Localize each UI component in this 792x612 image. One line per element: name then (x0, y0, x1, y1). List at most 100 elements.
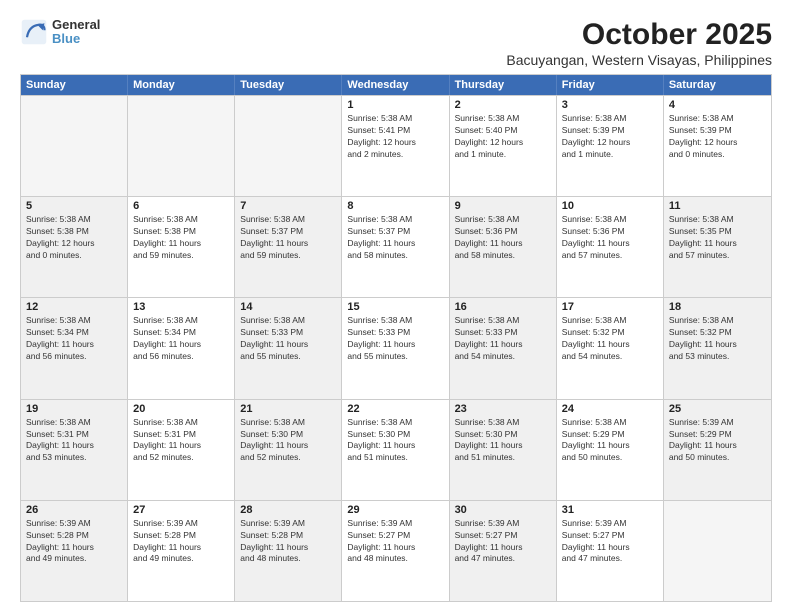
day-number: 19 (26, 403, 122, 415)
day-number: 27 (133, 504, 229, 516)
day-number: 10 (562, 200, 658, 212)
day-number: 16 (455, 301, 551, 313)
cal-cell: 15Sunrise: 5:38 AM Sunset: 5:33 PM Dayli… (342, 298, 449, 398)
day-info: Sunrise: 5:38 AM Sunset: 5:39 PM Dayligh… (562, 113, 658, 161)
cal-cell: 7 Sunrise: 5:38 AM Sunset: 5:37 PM Daylig… (235, 197, 342, 297)
day-info: Sunrise: 5:39 AM Sunset: 5:28 PM Dayligh… (26, 518, 122, 566)
day-info: Sunrise: 5:38 AM Sunset: 5:35 PM Dayligh… (669, 214, 766, 262)
day-number: 12 (26, 301, 122, 313)
cal-cell: 18 Sunrise: 5:38 AM Sunset: 5:32 PM Dayli… (664, 298, 771, 398)
day-info: Sunrise: 5:39 AM Sunset: 5:28 PM Dayligh… (133, 518, 229, 566)
day-number: 28 (240, 504, 336, 516)
day-info: Sunrise: 5:39 AM Sunset: 5:27 PM Dayligh… (347, 518, 443, 566)
cal-cell (664, 501, 771, 601)
day-number: 18 (669, 301, 766, 313)
day-info: Sunrise: 5:38 AM Sunset: 5:41 PM Dayligh… (347, 113, 443, 161)
cal-cell: 11 Sunrise: 5:38 AM Sunset: 5:35 PM Dayli… (664, 197, 771, 297)
day-info: Sunrise: 5:38 AM Sunset: 5:31 PM Dayligh… (26, 417, 122, 465)
day-info: Sunrise: 5:38 AM Sunset: 5:31 PM Dayligh… (133, 417, 229, 465)
day-info: Sunrise: 5:38 AM Sunset: 5:30 PM Dayligh… (240, 417, 336, 465)
day-info: Sunrise: 5:38 AM Sunset: 5:32 PM Dayligh… (669, 315, 766, 363)
cal-cell (235, 96, 342, 196)
header-day-tuesday: Tuesday (235, 75, 342, 95)
day-info: Sunrise: 5:38 AM Sunset: 5:37 PM Dayligh… (347, 214, 443, 262)
day-info: Sunrise: 5:38 AM Sunset: 5:37 PM Dayligh… (240, 214, 336, 262)
day-info: Sunrise: 5:39 AM Sunset: 5:28 PM Dayligh… (240, 518, 336, 566)
day-number: 7 (240, 200, 336, 212)
header-day-saturday: Saturday (664, 75, 771, 95)
week-row-0: 1 Sunrise: 5:38 AM Sunset: 5:41 PM Daylig… (21, 95, 771, 196)
cal-cell: 4 Sunrise: 5:38 AM Sunset: 5:39 PM Daylig… (664, 96, 771, 196)
header-row: General Blue October 2025 Bacuyangan, We… (20, 18, 772, 68)
cal-cell: 3Sunrise: 5:38 AM Sunset: 5:39 PM Daylig… (557, 96, 664, 196)
calendar-header: SundayMondayTuesdayWednesdayThursdayFrid… (21, 75, 771, 95)
day-number: 25 (669, 403, 766, 415)
logo-text: General Blue (52, 18, 100, 47)
cal-cell: 1 Sunrise: 5:38 AM Sunset: 5:41 PM Daylig… (342, 96, 449, 196)
day-number: 6 (133, 200, 229, 212)
main-title: October 2025 (506, 18, 772, 52)
day-info: Sunrise: 5:38 AM Sunset: 5:32 PM Dayligh… (562, 315, 658, 363)
day-info: Sunrise: 5:38 AM Sunset: 5:34 PM Dayligh… (133, 315, 229, 363)
cal-cell: 31Sunrise: 5:39 AM Sunset: 5:27 PM Dayli… (557, 501, 664, 601)
day-info: Sunrise: 5:38 AM Sunset: 5:30 PM Dayligh… (455, 417, 551, 465)
day-number: 26 (26, 504, 122, 516)
day-info: Sunrise: 5:39 AM Sunset: 5:27 PM Dayligh… (562, 518, 658, 566)
header-day-sunday: Sunday (21, 75, 128, 95)
day-info: Sunrise: 5:38 AM Sunset: 5:34 PM Dayligh… (26, 315, 122, 363)
week-row-2: 12 Sunrise: 5:38 AM Sunset: 5:34 PM Dayli… (21, 297, 771, 398)
cal-cell: 22Sunrise: 5:38 AM Sunset: 5:30 PM Dayli… (342, 400, 449, 500)
logo: General Blue (20, 18, 100, 47)
day-info: Sunrise: 5:39 AM Sunset: 5:27 PM Dayligh… (455, 518, 551, 566)
day-info: Sunrise: 5:38 AM Sunset: 5:39 PM Dayligh… (669, 113, 766, 161)
cal-cell (21, 96, 128, 196)
day-number: 23 (455, 403, 551, 415)
day-number: 30 (455, 504, 551, 516)
day-number: 24 (562, 403, 658, 415)
cal-cell: 30 Sunrise: 5:39 AM Sunset: 5:27 PM Dayli… (450, 501, 557, 601)
header-day-thursday: Thursday (450, 75, 557, 95)
day-info: Sunrise: 5:38 AM Sunset: 5:36 PM Dayligh… (562, 214, 658, 262)
day-info: Sunrise: 5:38 AM Sunset: 5:38 PM Dayligh… (133, 214, 229, 262)
day-number: 4 (669, 99, 766, 111)
cal-cell: 26 Sunrise: 5:39 AM Sunset: 5:28 PM Dayli… (21, 501, 128, 601)
page: General Blue October 2025 Bacuyangan, We… (0, 0, 792, 612)
cal-cell: 5Sunrise: 5:38 AM Sunset: 5:38 PM Daylig… (21, 197, 128, 297)
day-number: 1 (347, 99, 443, 111)
cal-cell: 21Sunrise: 5:38 AM Sunset: 5:30 PM Dayli… (235, 400, 342, 500)
day-info: Sunrise: 5:38 AM Sunset: 5:33 PM Dayligh… (347, 315, 443, 363)
header-day-wednesday: Wednesday (342, 75, 449, 95)
week-row-4: 26 Sunrise: 5:39 AM Sunset: 5:28 PM Dayli… (21, 500, 771, 601)
cal-cell: 13 Sunrise: 5:38 AM Sunset: 5:34 PM Dayli… (128, 298, 235, 398)
cal-cell: 27 Sunrise: 5:39 AM Sunset: 5:28 PM Dayli… (128, 501, 235, 601)
cal-cell (128, 96, 235, 196)
cal-cell: 28 Sunrise: 5:39 AM Sunset: 5:28 PM Dayli… (235, 501, 342, 601)
header-day-friday: Friday (557, 75, 664, 95)
logo-icon (20, 18, 48, 46)
cal-cell: 10 Sunrise: 5:38 AM Sunset: 5:36 PM Dayli… (557, 197, 664, 297)
day-info: Sunrise: 5:38 AM Sunset: 5:33 PM Dayligh… (240, 315, 336, 363)
cal-cell: 2Sunrise: 5:38 AM Sunset: 5:40 PM Daylig… (450, 96, 557, 196)
day-info: Sunrise: 5:38 AM Sunset: 5:29 PM Dayligh… (562, 417, 658, 465)
cal-cell: 29 Sunrise: 5:39 AM Sunset: 5:27 PM Dayli… (342, 501, 449, 601)
day-number: 11 (669, 200, 766, 212)
day-number: 13 (133, 301, 229, 313)
cal-cell: 14Sunrise: 5:38 AM Sunset: 5:33 PM Dayli… (235, 298, 342, 398)
cal-cell: 16 Sunrise: 5:38 AM Sunset: 5:33 PM Dayli… (450, 298, 557, 398)
day-info: Sunrise: 5:38 AM Sunset: 5:33 PM Dayligh… (455, 315, 551, 363)
day-info: Sunrise: 5:38 AM Sunset: 5:36 PM Dayligh… (455, 214, 551, 262)
header-day-monday: Monday (128, 75, 235, 95)
cal-cell: 12 Sunrise: 5:38 AM Sunset: 5:34 PM Dayli… (21, 298, 128, 398)
subtitle: Bacuyangan, Western Visayas, Philippines (506, 52, 772, 68)
day-number: 9 (455, 200, 551, 212)
day-number: 20 (133, 403, 229, 415)
day-number: 17 (562, 301, 658, 313)
week-row-3: 19 Sunrise: 5:38 AM Sunset: 5:31 PM Dayli… (21, 399, 771, 500)
cal-cell: 9 Sunrise: 5:38 AM Sunset: 5:36 PM Daylig… (450, 197, 557, 297)
logo-line1: General (52, 18, 100, 32)
cal-cell: 19 Sunrise: 5:38 AM Sunset: 5:31 PM Dayli… (21, 400, 128, 500)
cal-cell: 6 Sunrise: 5:38 AM Sunset: 5:38 PM Daylig… (128, 197, 235, 297)
day-number: 8 (347, 200, 443, 212)
cal-cell: 17 Sunrise: 5:38 AM Sunset: 5:32 PM Dayli… (557, 298, 664, 398)
day-number: 29 (347, 504, 443, 516)
